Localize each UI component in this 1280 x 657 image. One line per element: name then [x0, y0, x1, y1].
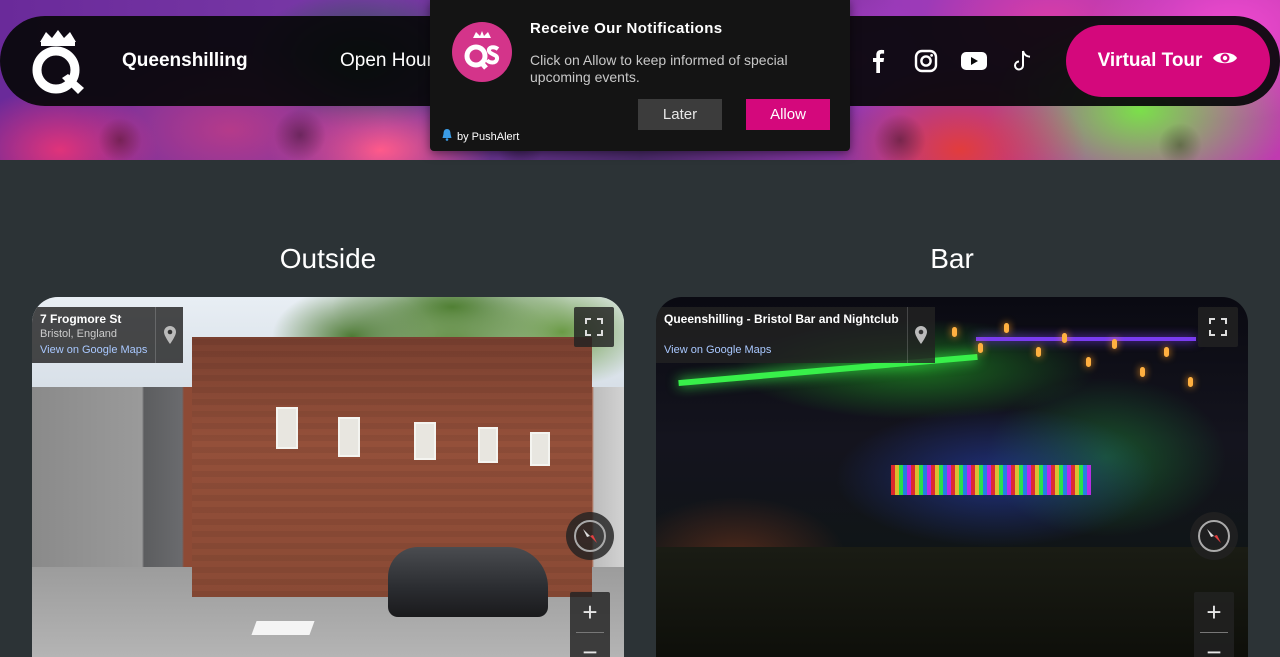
nav-open-hours[interactable]: Open Hours — [340, 50, 442, 72]
notification-popup: Receive Our Notifications Click on Allow… — [430, 0, 850, 151]
fullscreen-icon[interactable] — [1198, 307, 1238, 347]
queenshilling-logo-icon[interactable] — [28, 28, 88, 98]
map-pin-icon[interactable] — [906, 307, 935, 363]
compass-icon[interactable] — [566, 512, 614, 560]
compass-icon[interactable] — [1190, 512, 1238, 560]
street-view-bar[interactable]: Queenshilling - Bristol Bar and Nightclu… — [656, 297, 1248, 657]
fullscreen-icon[interactable] — [574, 307, 614, 347]
facebook-icon[interactable] — [861, 44, 895, 78]
powered-by[interactable]: by PushAlert — [442, 129, 519, 144]
zoom-control: + − — [1194, 592, 1234, 657]
maps-address: Queenshilling - Bristol Bar and Nightclu… — [664, 312, 899, 326]
view-on-google-maps-link[interactable]: View on Google Maps — [40, 342, 147, 358]
bar-counter-image — [891, 465, 1091, 495]
car-image — [388, 547, 548, 617]
maps-locality: Bristol, England — [40, 328, 118, 340]
notification-title: Receive Our Notifications — [530, 20, 723, 37]
section-title-bar: Bar — [930, 243, 974, 274]
tiktok-icon[interactable] — [1005, 44, 1039, 78]
maps-address: 7 Frogmore St — [40, 312, 122, 326]
brand-link[interactable]: Queenshilling — [122, 50, 248, 72]
later-button[interactable]: Later — [638, 99, 722, 130]
street-view-outside[interactable]: 7 Frogmore St Bristol, England View on G… — [32, 297, 624, 657]
zoom-control: + − — [570, 592, 610, 657]
bell-icon — [442, 129, 452, 144]
allow-button[interactable]: Allow — [746, 99, 830, 130]
zoom-in-button[interactable]: + — [1194, 592, 1234, 632]
zoom-out-button[interactable]: − — [1194, 632, 1234, 657]
map-pin-icon[interactable] — [155, 307, 183, 363]
eye-icon — [1212, 49, 1238, 73]
zoom-in-button[interactable]: + — [570, 592, 610, 632]
maps-info-card: 7 Frogmore St Bristol, England View on G… — [32, 307, 184, 363]
instagram-icon[interactable] — [909, 44, 943, 78]
notification-body: Click on Allow to keep informed of speci… — [530, 52, 788, 85]
powered-by-text: by PushAlert — [457, 130, 520, 143]
virtual-tour-button[interactable]: Virtual Tour — [1066, 25, 1270, 97]
maps-info-card: Queenshilling - Bristol Bar and Nightclu… — [656, 307, 935, 363]
youtube-icon[interactable] — [957, 44, 991, 78]
view-on-google-maps-link[interactable]: View on Google Maps — [664, 342, 899, 358]
qs-logo-icon — [452, 22, 512, 82]
zoom-out-button[interactable]: − — [570, 632, 610, 657]
virtual-tour-label: Virtual Tour — [1097, 50, 1203, 71]
section-title-outside: Outside — [279, 243, 377, 274]
